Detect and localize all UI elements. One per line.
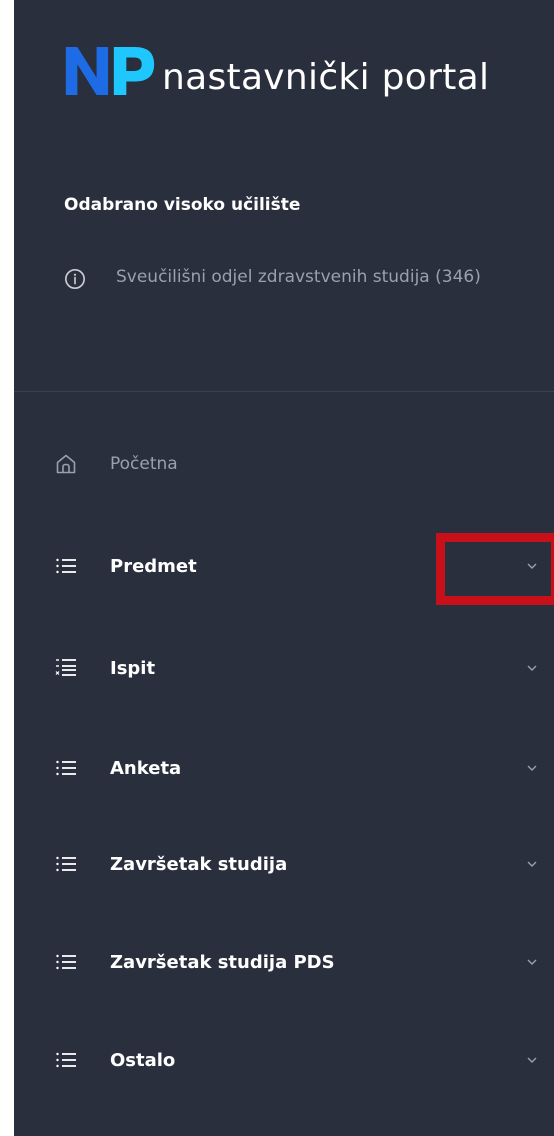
sidebar: nastavnički portal Odabrano visoko učili… xyxy=(14,0,554,1136)
nav-item-label: Završetak studija xyxy=(110,853,288,875)
checklist-icon xyxy=(55,659,76,676)
nav-item-ispit[interactable]: Ispit xyxy=(14,640,554,696)
list-icon xyxy=(56,1052,76,1068)
list-icon xyxy=(56,856,76,872)
nav-item-label: Anketa xyxy=(110,757,182,779)
logo-text: nastavnički portal xyxy=(162,57,490,98)
chevron-down-icon[interactable] xyxy=(526,956,538,968)
chevron-down-icon[interactable] xyxy=(526,762,538,774)
nav-item-label: Ispit xyxy=(110,657,156,679)
chevron-down-icon[interactable] xyxy=(526,560,538,572)
institution-heading: Odabrano visoko učilište xyxy=(64,195,301,215)
chevron-down-icon[interactable] xyxy=(526,1054,538,1066)
list-icon xyxy=(56,954,76,970)
home-icon xyxy=(56,454,76,474)
divider xyxy=(14,391,554,392)
logo[interactable]: nastavnički portal xyxy=(62,30,489,100)
chevron-down-icon[interactable] xyxy=(526,858,538,870)
nav-item-ostalo[interactable]: Ostalo xyxy=(14,1032,554,1088)
nav-item-zavrsetak-studija[interactable]: Završetak studija xyxy=(14,836,554,892)
list-icon xyxy=(56,558,76,574)
chevron-down-icon[interactable] xyxy=(526,662,538,674)
institution-name: Sveučilišni odjel zdravstvenih studija (… xyxy=(116,267,481,287)
nav-item-pocetna[interactable]: Početna xyxy=(14,436,554,492)
nav-item-label: Završetak studija PDS xyxy=(110,951,335,973)
list-icon xyxy=(56,760,76,776)
nav-item-label: Predmet xyxy=(110,555,197,577)
nav-item-label: Ostalo xyxy=(110,1049,176,1071)
np-logo-icon xyxy=(65,46,155,95)
info-icon xyxy=(65,269,85,289)
nav-item-anketa[interactable]: Anketa xyxy=(14,740,554,796)
institution-info: Sveučilišni odjel zdravstvenih studija (… xyxy=(64,262,524,292)
nav-item-predmet[interactable]: Predmet xyxy=(14,538,554,594)
nav-item-label: Početna xyxy=(110,454,178,474)
nav-item-zavrsetak-studija-pds[interactable]: Završetak studija PDS xyxy=(14,934,554,990)
